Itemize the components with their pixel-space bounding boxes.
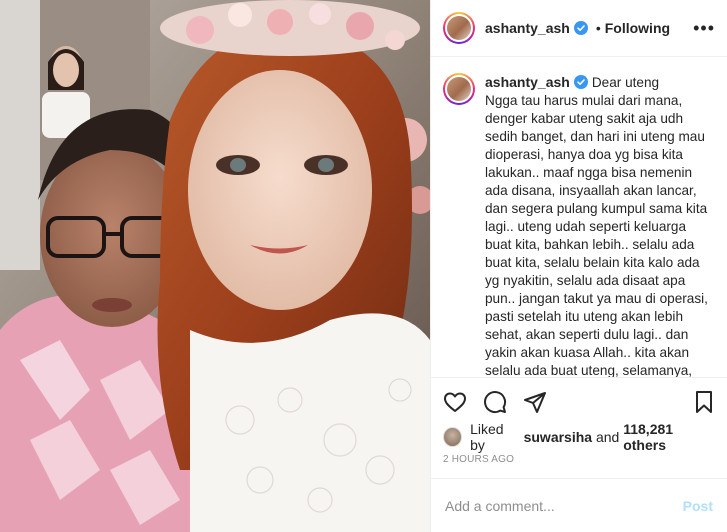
action-bar	[431, 377, 727, 426]
caption-text: Ngga tau harus mulai dari mana, denger k…	[485, 93, 708, 377]
first-liker-link[interactable]: suwarsiha	[524, 429, 592, 445]
post-comment-button[interactable]: Post	[683, 498, 713, 514]
heart-icon	[444, 392, 466, 412]
selfie-image	[0, 0, 430, 532]
comment-icon	[484, 391, 507, 414]
caption-section: ashanty_ash Dear uteng Ngga tau harus mul…	[431, 57, 727, 377]
instagram-post: ashanty_ash • Following ••• ashanty_ash D…	[0, 0, 727, 532]
send-icon	[524, 392, 546, 413]
post-header: ashanty_ash • Following •••	[431, 0, 727, 57]
more-options-icon[interactable]: •••	[693, 19, 715, 37]
comment-bar: Post	[431, 478, 727, 532]
comment-input[interactable]	[445, 497, 675, 514]
following-button[interactable]: Following	[605, 20, 670, 36]
bookmark-icon	[696, 391, 712, 413]
verified-badge-icon	[573, 75, 588, 89]
verified-badge-icon	[573, 21, 588, 35]
liker-avatar[interactable]	[443, 427, 463, 447]
post-sidebar: ashanty_ash • Following ••• ashanty_ash D…	[430, 0, 727, 532]
author-username[interactable]: ashanty_ash	[485, 20, 570, 36]
caption-avatar[interactable]	[443, 73, 475, 105]
caption: ashanty_ash Dear uteng Ngga tau harus mul…	[485, 73, 715, 377]
post-photo[interactable]	[0, 0, 430, 532]
author-avatar[interactable]	[443, 12, 475, 44]
caption-greeting: Dear uteng	[591, 75, 660, 90]
likes-conjunction: and	[595, 429, 620, 445]
separator-dot: •	[595, 20, 601, 36]
caption-username[interactable]: ashanty_ash	[485, 74, 570, 90]
post-timestamp[interactable]: 2 HOURS AGO	[431, 448, 727, 478]
save-button[interactable]	[675, 382, 715, 422]
share-button[interactable]	[523, 382, 563, 422]
comment-button[interactable]	[483, 382, 523, 422]
likes-summary: Liked by suwarsiha and 118,281 others	[431, 421, 727, 453]
like-button[interactable]	[443, 382, 483, 422]
